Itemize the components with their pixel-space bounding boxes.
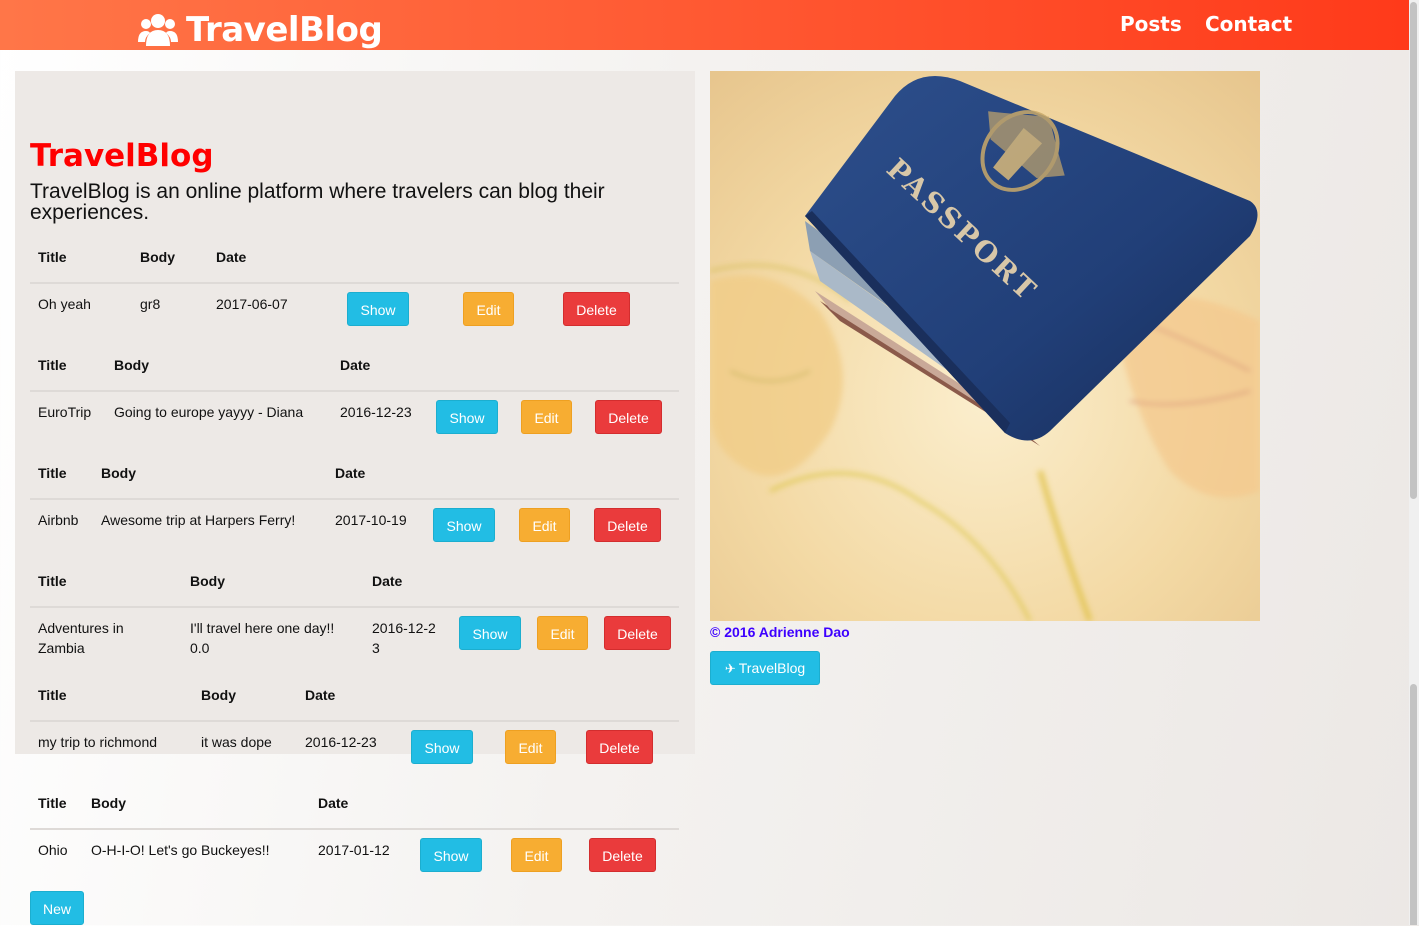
- new-post-button[interactable]: New: [30, 891, 84, 925]
- show-button[interactable]: Show: [436, 400, 498, 434]
- divider: [30, 390, 679, 392]
- post-date: 2016-12-23: [340, 404, 412, 420]
- post-body: I'll travel here one day!! 0.0: [190, 620, 335, 656]
- title-header: Title: [38, 795, 67, 811]
- edit-button[interactable]: Edit: [537, 616, 588, 650]
- edit-button[interactable]: Edit: [505, 730, 556, 764]
- title-header: Title: [38, 357, 67, 373]
- post-title: my trip to richmond: [38, 734, 158, 750]
- travelblog-button[interactable]: ✈ TravelBlog: [710, 651, 820, 685]
- divider: [30, 498, 679, 500]
- post-title: Oh yeah: [38, 296, 91, 312]
- navbar: TravelBlog Posts Contact: [0, 0, 1409, 50]
- edit-button[interactable]: Edit: [521, 400, 572, 434]
- title-header: Title: [38, 465, 67, 481]
- plane-icon: ✈: [724, 661, 736, 676]
- nav-posts-link[interactable]: Posts: [1120, 12, 1182, 36]
- show-button[interactable]: Show: [459, 616, 521, 650]
- divider: [30, 606, 679, 608]
- post-title: Adventures in Zambia: [38, 620, 124, 656]
- scrollbar-thumb[interactable]: [1410, 2, 1417, 499]
- users-icon: [138, 14, 178, 46]
- title-header: Title: [38, 687, 67, 703]
- page-lead: TravelBlog is an online platform where t…: [30, 180, 605, 224]
- edit-button[interactable]: Edit: [519, 508, 570, 542]
- body-header: Body: [190, 573, 225, 589]
- date-header: Date: [305, 687, 336, 703]
- passport-map-photo: PASSPORT: [710, 71, 1260, 621]
- post-body: Going to europe yayyy - Diana: [114, 404, 304, 420]
- divider: [30, 828, 679, 830]
- body-header: Body: [114, 357, 149, 373]
- delete-button[interactable]: Delete: [589, 838, 656, 872]
- body-header: Body: [140, 249, 175, 265]
- date-header: Date: [216, 249, 247, 265]
- edit-button[interactable]: Edit: [463, 292, 514, 326]
- title-header: Title: [38, 249, 67, 265]
- show-button[interactable]: Show: [433, 508, 495, 542]
- delete-button[interactable]: Delete: [604, 616, 671, 650]
- page-title: TravelBlog: [30, 138, 214, 174]
- delete-button[interactable]: Delete: [586, 730, 653, 764]
- date-header: Date: [372, 573, 403, 589]
- post-body: gr8: [140, 296, 161, 312]
- post-date: 2017-10-19: [335, 512, 407, 528]
- post-date: 2017-01-12: [318, 842, 390, 858]
- body-header: Body: [101, 465, 136, 481]
- date-header: Date: [335, 465, 366, 481]
- travelblog-button-label: TravelBlog: [738, 660, 806, 676]
- post-title: EuroTrip: [38, 404, 92, 420]
- show-button[interactable]: Show: [411, 730, 473, 764]
- post-title: Ohio: [38, 842, 68, 858]
- post-body: it was dope: [201, 734, 272, 750]
- post-body: O-H-I-O! Let's go Buckeyes!!: [91, 842, 270, 858]
- delete-button[interactable]: Delete: [563, 292, 630, 326]
- delete-button[interactable]: Delete: [594, 508, 661, 542]
- title-header: Title: [38, 573, 67, 589]
- post-body: Awesome trip at Harpers Ferry!: [101, 512, 296, 528]
- edit-button[interactable]: Edit: [511, 838, 562, 872]
- divider: [30, 282, 679, 284]
- scrollbar-thumb[interactable]: [1410, 684, 1417, 925]
- date-header: Date: [318, 795, 349, 811]
- body-header: Body: [91, 795, 126, 811]
- post-title: Airbnb: [38, 512, 79, 528]
- show-button[interactable]: Show: [347, 292, 409, 326]
- copyright-text: © 2016 Adrienne Dao: [710, 624, 850, 640]
- post-date: 2016-12-23: [372, 620, 436, 656]
- brand-link[interactable]: TravelBlog: [138, 10, 383, 50]
- divider: [30, 720, 679, 722]
- body-header: Body: [201, 687, 236, 703]
- show-button[interactable]: Show: [420, 838, 482, 872]
- delete-button[interactable]: Delete: [595, 400, 662, 434]
- post-date: 2017-06-07: [216, 296, 288, 312]
- brand-name: TravelBlog: [186, 10, 383, 50]
- date-header: Date: [340, 357, 371, 373]
- post-date: 2016-12-23: [305, 734, 377, 750]
- nav-contact-link[interactable]: Contact: [1205, 12, 1292, 36]
